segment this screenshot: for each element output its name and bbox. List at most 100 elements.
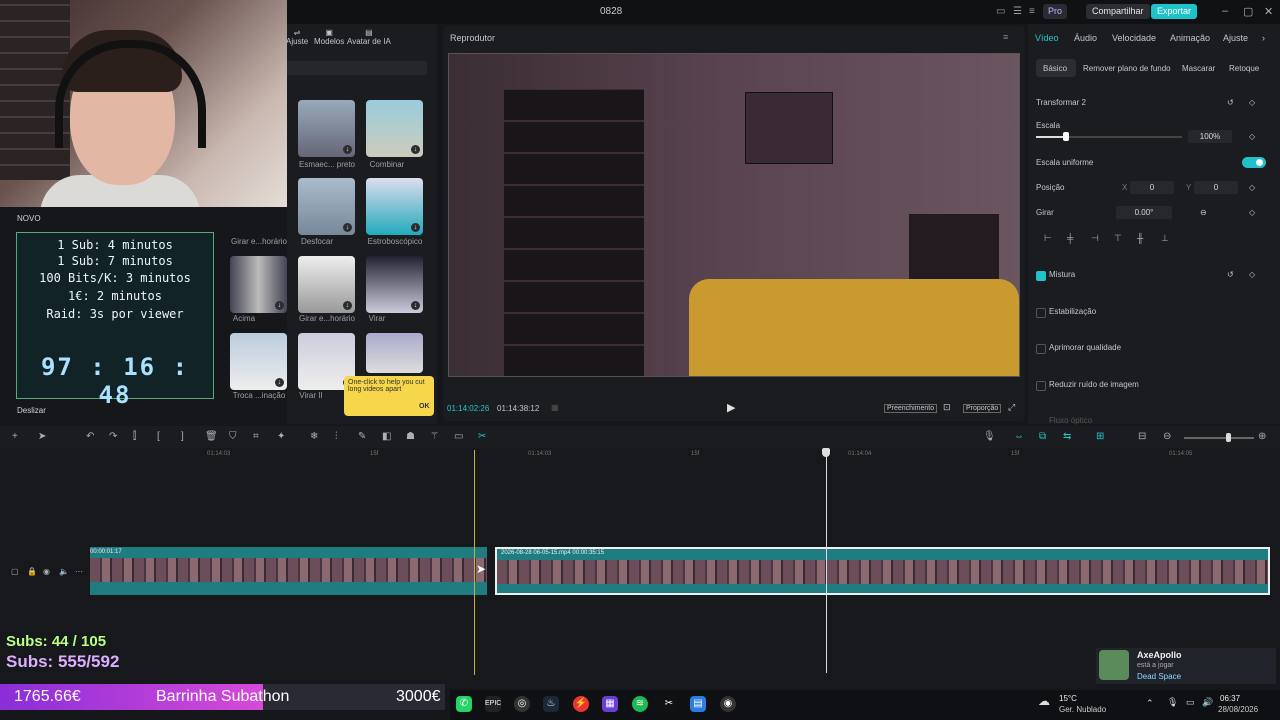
lock-icon[interactable]: 🔒 [27,567,37,576]
auto-cut-icon[interactable]: ✂ [478,431,486,442]
track-icon[interactable]: ⊞ [1096,431,1104,442]
layout-icon[interactable]: ▭ [996,6,1005,17]
video-clip-selected[interactable]: 2026-08-28 06-05-15.mp4 00:00:35:15 [495,547,1270,595]
scale-input[interactable]: 100% [1188,130,1232,143]
wand-icon[interactable]: ⚚ [430,431,439,442]
menu-icon[interactable]: ≡ [1003,32,1008,42]
notepad-icon[interactable]: ▤ [690,696,706,712]
microphone-icon[interactable]: 🎙 [983,431,996,442]
download-icon[interactable]: ↓ [411,145,420,154]
subtab-remove-bg[interactable]: Remover plano de fundo [1083,64,1171,73]
zoom-out-icon[interactable]: ⊖ [1163,431,1171,442]
menu-icon[interactable]: ≡ [1029,6,1035,17]
transition-thumb[interactable]: ↓ [230,256,287,313]
pro-button[interactable]: Pro [1043,4,1068,19]
eye-icon[interactable]: ◉ [43,567,50,576]
download-icon[interactable]: ↓ [411,301,420,310]
transition-thumb[interactable]: ↓ [298,178,355,235]
export-button[interactable]: Exportar [1151,4,1198,19]
clock-time[interactable]: 06:37 [1220,694,1240,703]
trim-left-icon[interactable]: [ [157,431,160,442]
zoom-slider-knob[interactable] [1226,433,1231,442]
chrome-icon[interactable]: ◉ [720,696,736,712]
close-icon[interactable]: ✕ [1264,5,1273,18]
reset-icon[interactable]: ↺ [1227,270,1234,279]
tab-speed[interactable]: Velocidade [1112,33,1156,43]
align-top-icon[interactable]: ⊤ [1114,233,1122,244]
playhead[interactable] [826,448,827,673]
download-icon[interactable]: ↓ [343,301,352,310]
share-button[interactable]: Compartilhar [1086,4,1150,19]
mix-checkbox[interactable] [1036,271,1046,281]
align-middle-icon[interactable]: ╫ [1137,233,1143,243]
pen-icon[interactable]: ✎ [358,431,366,442]
tray-chevron-icon[interactable]: ⌃ [1146,698,1154,709]
speaker-icon[interactable]: 🔈 [59,567,69,576]
scale-slider-knob[interactable] [1063,132,1069,141]
ratio-button[interactable]: Proporção [963,404,1002,413]
undo-icon[interactable]: ↶ [86,431,94,442]
subtitle-icon[interactable]: ▭ [454,431,463,442]
reset-icon[interactable]: ↺ [1227,98,1234,107]
split-scene-icon[interactable]: ⫶ [335,431,338,442]
pos-x-input[interactable]: 0 [1130,181,1174,194]
keyframe-icon[interactable]: ◇ [1249,270,1255,279]
tab-ajuste[interactable]: ⇌ Ajuste [286,28,308,46]
shield-icon[interactable]: ⛉ [229,431,237,442]
quality-checkbox[interactable] [1036,344,1046,354]
fullscreen-icon[interactable]: ⤢ [1008,402,1015,413]
track-toggle-icon[interactable]: ▢ [11,567,19,576]
video-clip[interactable]: 00:00:01:17 [90,547,487,595]
crop-icon[interactable]: ⌗ [253,431,259,442]
stabilization-checkbox[interactable] [1036,308,1046,318]
more-icon[interactable]: ⋯ [75,567,83,576]
align-center-icon[interactable]: ╪ [1067,233,1073,243]
capcut-icon[interactable]: ✂ [661,696,677,712]
align-left-icon[interactable]: ⊢ [1044,233,1052,244]
pos-y-input[interactable]: 0 [1194,181,1238,194]
magic-icon[interactable]: ✦ [277,431,285,442]
snap-icon[interactable]: ⧉ [1039,431,1046,442]
subtab-retouch[interactable]: Retoque [1229,64,1259,73]
transition-thumb[interactable]: ↓ [366,178,423,235]
link-icon[interactable]: ⇔ [1014,431,1024,442]
shortcuts-icon[interactable]: ☰ [1013,6,1022,17]
play-button[interactable]: ▶ [727,401,735,414]
align-bottom-icon[interactable]: ⊥ [1161,233,1169,244]
network-icon[interactable]: ▭ [1186,697,1195,708]
split-icon[interactable]: ⫿ [133,431,136,442]
keyframe-icon[interactable]: ◇ [1249,208,1255,217]
keyframe-icon[interactable]: ◇ [1249,183,1255,192]
select-cursor-icon[interactable]: ➤ [38,431,46,442]
grid-app-icon[interactable]: ▦ [602,696,618,712]
tab-modelos[interactable]: ▣ Modelos [314,28,344,46]
mirror-icon[interactable]: ◧ [382,431,391,442]
transition-thumb[interactable]: ↓ [298,256,355,313]
zoom-in-icon[interactable]: ⊕ [1258,431,1266,442]
download-icon[interactable]: ↓ [343,223,352,232]
spotify-icon[interactable]: ≋ [632,696,648,712]
freeze-icon[interactable]: ❄ [310,431,318,442]
download-icon[interactable]: ↓ [411,223,420,232]
tab-adjust[interactable]: Ajuste [1223,33,1248,43]
keyframe-icon[interactable]: ◇ [1249,98,1255,107]
keyframe-icon[interactable]: ◇ [1249,132,1255,141]
transition-thumb[interactable]: ↓ [230,333,287,390]
download-icon[interactable]: ↓ [275,301,284,310]
align-right-icon[interactable]: ⊣ [1091,233,1099,244]
minimize-icon[interactable]: – [1222,5,1228,17]
subtab-basic[interactable]: Básico [1043,64,1067,73]
subtab-mask[interactable]: Mascarar [1182,64,1215,73]
media-search-input[interactable] [287,61,427,75]
volume-icon[interactable]: 🔊 [1202,697,1213,708]
whatsapp-icon[interactable]: ✆ [456,696,472,712]
transition-thumb[interactable]: ↓ [298,100,355,157]
tab-avatar-ia[interactable]: ▤ Avatar de IA [347,28,391,46]
mic-tray-icon[interactable]: 🎙 [1167,697,1178,708]
transition-thumb[interactable] [366,333,423,373]
download-icon[interactable]: ↓ [275,378,284,387]
transition-thumb[interactable]: ↓ [366,256,423,313]
playhead-handle[interactable] [822,448,830,457]
redo-icon[interactable]: ↷ [109,431,117,442]
fill-button[interactable]: Preenchimento [884,404,938,413]
